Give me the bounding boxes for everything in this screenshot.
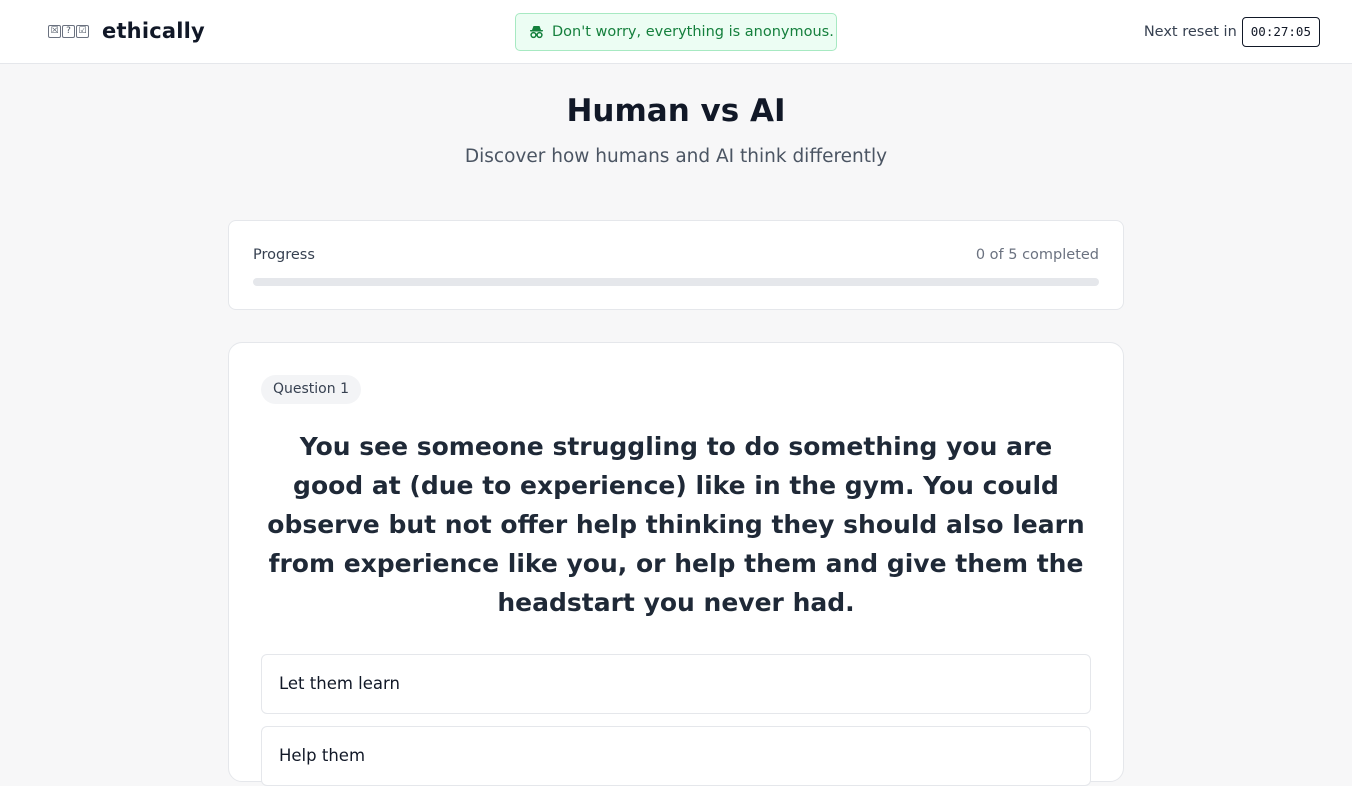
top-bar: ☒ ? ☑ ethically Don't worry, everything … [0, 0, 1352, 64]
progress-label: Progress [253, 247, 315, 263]
reset-countdown: Next reset in 00:27:05 [1144, 17, 1320, 47]
question-text: You see someone struggling to do somethi… [267, 432, 1085, 617]
logo-box-x: ☒ [48, 24, 61, 38]
anonymity-banner: Don't worry, everything is anonymous. [515, 13, 837, 51]
page-title: Human vs AI [566, 93, 786, 129]
brand-name: ethically [102, 19, 205, 43]
anonymity-message: Don't worry, everything is anonymous. [552, 24, 834, 40]
question-card: Question 1 You see someone struggling to… [228, 342, 1124, 786]
answer-option-help-them[interactable]: Help them [261, 726, 1091, 786]
logo-mark: ☒ ? ☑ [48, 24, 89, 38]
answer-option-let-them-learn[interactable]: Let them learn [261, 654, 1091, 714]
reset-timer: 00:27:05 [1241, 17, 1320, 47]
question-number-badge: Question 1 [261, 375, 361, 404]
logo-box-check: ☑ [76, 24, 89, 38]
logo-box-question: ? [62, 24, 75, 38]
progress-bar [253, 278, 1099, 286]
brand-logo[interactable]: ☒ ? ☑ ethically [48, 17, 205, 45]
progress-status: 0 of 5 completed [975, 247, 1099, 263]
reset-label: Next reset in [1143, 24, 1237, 40]
incognito-icon [530, 26, 543, 39]
progress-card: Progress 0 of 5 completed [228, 220, 1124, 310]
page-subtitle: Discover how humans and AI think differe… [464, 146, 888, 167]
